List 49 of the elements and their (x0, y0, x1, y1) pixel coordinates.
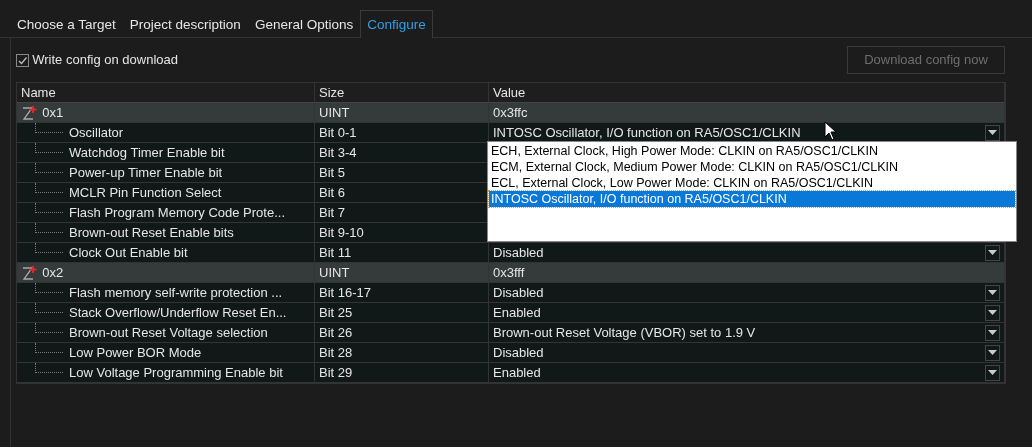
register-name: 0x1 (42, 104, 64, 122)
checkbox[interactable] (16, 53, 29, 67)
setting-name: Clock Out Enable bit (69, 245, 188, 260)
setting-name: Low Power BOR Mode (69, 345, 202, 360)
size-text: UINT (319, 105, 350, 120)
size-text: Bit 3-4 (319, 145, 357, 160)
tab[interactable]: General Options (247, 10, 361, 38)
value-text: 0x3fff (493, 265, 525, 280)
setting-name: Oscillator (69, 125, 124, 140)
size-text: Bit 16-17 (319, 285, 372, 300)
register-name: 0x2 (42, 264, 64, 282)
setting-name: Power-up Timer Enable bit (69, 165, 223, 180)
tab[interactable]: Project description (122, 10, 248, 38)
value-text: Enabled (493, 304, 541, 322)
value-text: Disabled (493, 284, 544, 302)
value-text: Disabled (493, 244, 544, 262)
size-text: Bit 26 (319, 325, 353, 340)
setting-name: Low Voltage Programming Enable bit (69, 365, 283, 380)
size-text: Bit 6 (319, 185, 345, 200)
value-text: 0x3ffc (493, 105, 528, 120)
size-text: Bit 0-1 (319, 125, 357, 140)
register-icon (21, 264, 39, 281)
value-text: Brown-out Reset Voltage (VBOR) set to 1.9 V (493, 324, 756, 342)
tab[interactable]: Choose a Target (10, 10, 123, 38)
size-text: UINT (319, 265, 350, 280)
size-text: Bit 29 (319, 365, 353, 380)
value-text: INTOSC Oscillator, I/O function on RA5/OSC1/CLKIN (493, 124, 801, 142)
tab[interactable]: Configure (360, 10, 433, 38)
setting-name: Brown-out Reset Voltage selection (69, 325, 268, 340)
value-text: Disabled (493, 344, 544, 362)
setting-name: Flash memory self-write protection ... (69, 285, 283, 300)
size-text: Bit 28 (319, 345, 353, 360)
dropdown-option[interactable]: INTOSC Oscillator, I/O function on RA5/OSC1/CLKIN (489, 191, 1015, 207)
value-text: Enabled (493, 364, 541, 382)
checkbox-label: Write config on download (32, 51, 178, 70)
dropdown-option[interactable]: ECH, External Clock, High Power Mode: CLKIN on RA5/OSC1/CLKIN (489, 143, 1015, 159)
setting-name: Brown-out Reset Enable bits (69, 225, 234, 240)
dropdown-option[interactable]: ECM, External Clock, Medium Power Mode: CLKIN on RA5/OSC1/CLKIN (489, 159, 1015, 175)
setting-name: Stack Overflow/Underflow Reset En... (69, 305, 287, 320)
size-text: Bit 7 (319, 205, 345, 220)
setting-name: MCLR Pin Function Select (69, 185, 222, 200)
size-text: Bit 25 (319, 305, 353, 320)
setting-name: Watchdog Timer Enable bit (69, 145, 225, 160)
size-text: Bit 11 (319, 245, 352, 260)
size-text: Bit 9-10 (319, 225, 364, 240)
size-text: Bit 5 (319, 165, 345, 180)
setting-name: Flash Program Memory Code Prote... (69, 205, 286, 220)
register-icon (21, 104, 39, 121)
dropdown-option[interactable]: ECL, External Clock, Low Power Mode: CLKIN on RA5/OSC1/CLKIN (489, 175, 1015, 191)
